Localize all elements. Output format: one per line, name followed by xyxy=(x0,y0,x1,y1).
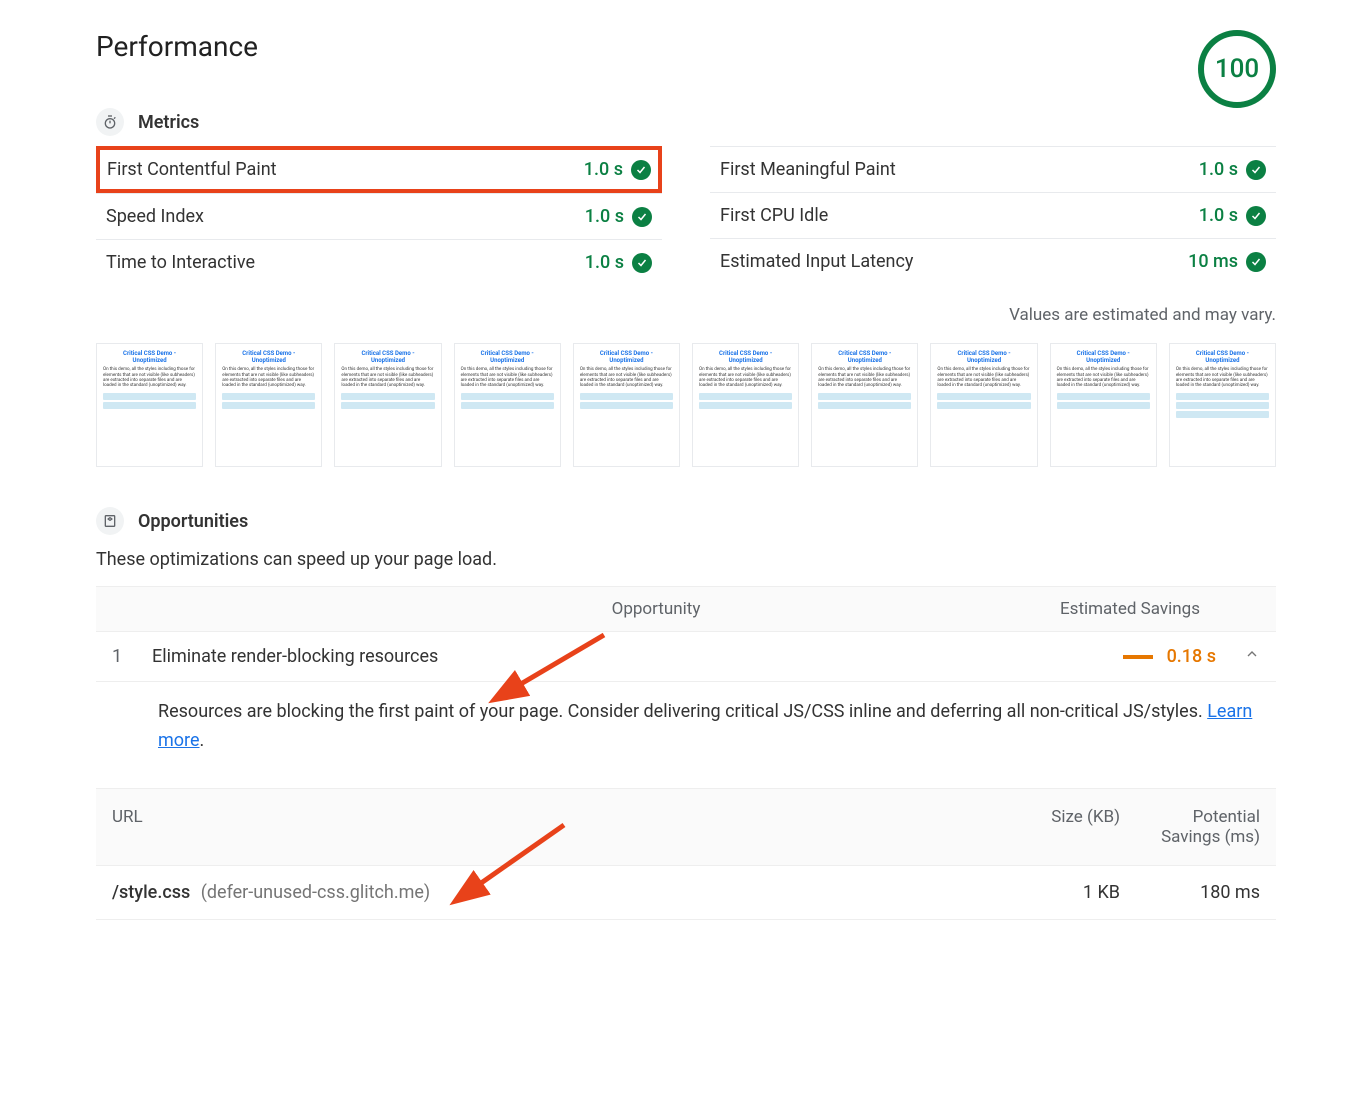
page-title: Performance xyxy=(96,30,258,63)
stopwatch-icon xyxy=(96,108,124,136)
resource-host: (defer-unused-css.glitch.me) xyxy=(201,882,430,903)
opportunity-detail: Resources are blocking the first paint o… xyxy=(96,682,1276,772)
metric-name: First CPU Idle xyxy=(720,205,828,226)
opportunities-icon xyxy=(96,507,124,535)
savings-bar xyxy=(953,655,1153,659)
resource-row: /style.css (defer-unused-css.glitch.me) … xyxy=(96,866,1276,920)
opportunities-description: These optimizations can speed up your pa… xyxy=(96,549,1276,570)
filmstrip-frame: Critical CSS Demo -UnoptimizedOn this de… xyxy=(811,343,918,467)
filmstrip-frame: Critical CSS Demo -UnoptimizedOn this de… xyxy=(454,343,561,467)
metric-row[interactable]: Speed Index 1.0 s xyxy=(96,193,662,239)
savings-value: 0.18 s xyxy=(1167,646,1216,667)
filmstrip-frame: Critical CSS Demo -UnoptimizedOn this de… xyxy=(930,343,1037,467)
metric-value: 1.0 s xyxy=(1199,159,1238,180)
metric-name: First Meaningful Paint xyxy=(720,159,896,180)
filmstrip: Critical CSS Demo -UnoptimizedOn this de… xyxy=(96,343,1276,467)
resources-table-header: URL Size (KB) Potential Savings (ms) xyxy=(96,788,1276,866)
metrics-header: Metrics xyxy=(96,108,1276,136)
check-icon xyxy=(1246,206,1266,226)
filmstrip-frame: Critical CSS Demo -UnoptimizedOn this de… xyxy=(692,343,799,467)
metric-name: First Contentful Paint xyxy=(107,159,277,180)
opportunity-row[interactable]: 1 Eliminate render-blocking resources 0.… xyxy=(96,632,1276,682)
metric-name: Estimated Input Latency xyxy=(720,251,913,272)
resource-size: 1 KB xyxy=(1000,882,1120,903)
metric-value: 10 ms xyxy=(1188,251,1238,272)
filmstrip-frame: Critical CSS Demo -UnoptimizedOn this de… xyxy=(215,343,322,467)
check-icon xyxy=(1246,160,1266,180)
filmstrip-frame: Critical CSS Demo -UnoptimizedOn this de… xyxy=(96,343,203,467)
metric-row[interactable]: Estimated Input Latency 10 ms xyxy=(710,238,1276,284)
chevron-up-icon[interactable] xyxy=(1244,646,1260,667)
metric-value: 1.0 s xyxy=(585,252,624,273)
filmstrip-frame: Critical CSS Demo -UnoptimizedOn this de… xyxy=(334,343,441,467)
filmstrip-frame: Critical CSS Demo -UnoptimizedOn this de… xyxy=(573,343,680,467)
resource-potential: 180 ms xyxy=(1120,882,1260,903)
metric-row[interactable]: Time to Interactive 1.0 s xyxy=(96,239,662,285)
resource-path: /style.css xyxy=(112,882,190,903)
metrics-footnote: Values are estimated and may vary. xyxy=(96,305,1276,325)
check-icon xyxy=(1246,252,1266,272)
metric-row[interactable]: First Meaningful Paint 1.0 s xyxy=(710,146,1276,192)
opportunities-header: Opportunities xyxy=(96,507,1276,535)
metric-name: Time to Interactive xyxy=(106,252,255,273)
check-icon xyxy=(631,160,651,180)
opportunity-name: Eliminate render-blocking resources xyxy=(152,646,953,667)
metric-row[interactable]: First CPU Idle 1.0 s xyxy=(710,192,1276,238)
check-icon xyxy=(632,253,652,273)
performance-score: 100 xyxy=(1198,30,1276,108)
metric-row[interactable]: First Contentful Paint 1.0 s xyxy=(96,146,662,193)
metric-name: Speed Index xyxy=(106,206,204,227)
filmstrip-frame: Critical CSS Demo -UnoptimizedOn this de… xyxy=(1050,343,1157,467)
metric-value: 1.0 s xyxy=(584,159,623,180)
filmstrip-frame: Critical CSS Demo -UnoptimizedOn this de… xyxy=(1169,343,1276,467)
metric-value: 1.0 s xyxy=(1199,205,1238,226)
opportunities-table-header: Opportunity Estimated Savings xyxy=(96,586,1276,632)
metric-value: 1.0 s xyxy=(585,206,624,227)
check-icon xyxy=(632,207,652,227)
